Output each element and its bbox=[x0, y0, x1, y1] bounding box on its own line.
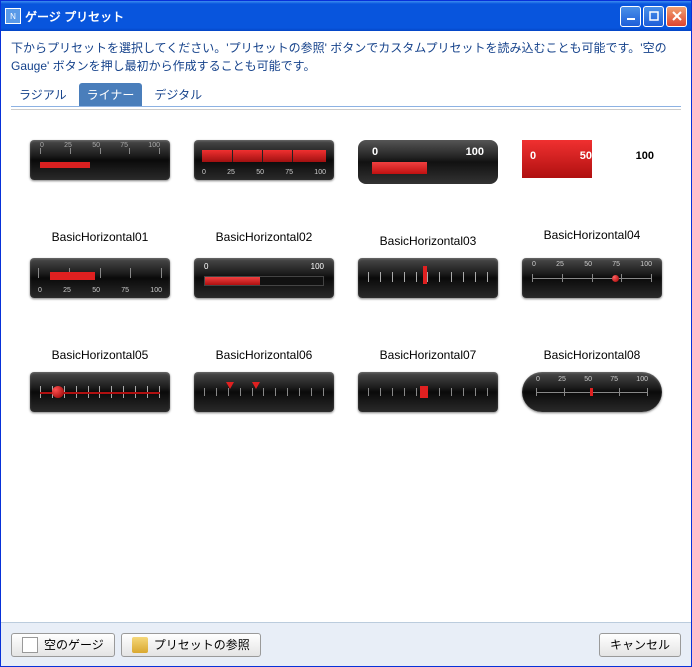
preset-item[interactable]: 0255075100 BasicHorizontal05 bbox=[21, 258, 179, 362]
gauge-thumbnail: 0100 bbox=[194, 258, 334, 298]
minimize-button[interactable] bbox=[620, 6, 641, 27]
tab-digital[interactable]: デジタル bbox=[146, 83, 210, 106]
tab-linear[interactable]: ライナー bbox=[79, 83, 143, 106]
close-button[interactable] bbox=[666, 6, 687, 27]
gauge-thumbnail bbox=[30, 372, 170, 412]
preset-item[interactable] bbox=[349, 372, 507, 412]
preset-label: BasicHorizontal05 bbox=[52, 348, 149, 362]
window-title: ゲージ プリセット bbox=[25, 8, 620, 25]
preset-grid: 0255075100 BasicHorizontal01 0255075100 bbox=[21, 140, 671, 412]
gauge-thumbnail: 0255075100 bbox=[522, 372, 662, 412]
cancel-button[interactable]: キャンセル bbox=[599, 633, 681, 657]
gauge-thumbnail: 0255075100 bbox=[194, 140, 334, 180]
tab-bar: ラジアル ライナー デジタル bbox=[11, 83, 681, 107]
gauge-thumbnail bbox=[358, 258, 498, 298]
content-area: 下からプリセットを選択してください。'プリセットの参照' ボタンでカスタムプリセ… bbox=[1, 31, 691, 607]
dialog-window: N ゲージ プリセット 下からプリセットを選択してください。'プリセットの参照'… bbox=[0, 0, 692, 667]
window-controls bbox=[620, 6, 687, 27]
instruction-text: 下からプリセットを選択してください。'プリセットの参照' ボタンでカスタムプリセ… bbox=[11, 39, 681, 75]
gauge-thumbnail bbox=[194, 372, 334, 412]
button-label: キャンセル bbox=[610, 636, 670, 653]
preset-label: BasicHorizontal04 bbox=[544, 228, 641, 242]
preset-item[interactable]: 0255075100 bbox=[513, 372, 671, 412]
preset-item[interactable]: 050100 BasicHorizontal04 bbox=[513, 140, 671, 248]
gallery-wrap: 0255075100 BasicHorizontal01 0255075100 bbox=[11, 109, 681, 599]
preset-label: BasicHorizontal06 bbox=[216, 348, 313, 362]
footer-bar: 空のゲージ プリセットの参照 キャンセル bbox=[1, 622, 691, 666]
preset-label: BasicHorizontal03 bbox=[380, 234, 477, 248]
gauge-thumbnail: 0255075100 bbox=[522, 258, 662, 298]
preset-item[interactable] bbox=[21, 372, 179, 412]
preset-item[interactable]: 0100 BasicHorizontal06 bbox=[185, 258, 343, 362]
blank-page-icon bbox=[22, 637, 38, 653]
empty-gauge-button[interactable]: 空のゲージ bbox=[11, 633, 115, 657]
folder-open-icon bbox=[132, 637, 148, 653]
gauge-thumbnail bbox=[358, 372, 498, 412]
preset-item[interactable]: 0255075100 BasicHorizontal01 bbox=[21, 140, 179, 248]
gauge-thumbnail: 0100 bbox=[358, 140, 498, 184]
preset-item[interactable]: 0100 BasicHorizontal03 bbox=[349, 140, 507, 248]
maximize-button[interactable] bbox=[643, 6, 664, 27]
preset-item[interactable]: BasicHorizontal07 bbox=[349, 258, 507, 362]
preset-label: BasicHorizontal02 bbox=[216, 230, 313, 244]
gauge-thumbnail: 0255075100 bbox=[30, 258, 170, 298]
tab-radial[interactable]: ラジアル bbox=[11, 83, 75, 106]
app-icon: N bbox=[5, 8, 21, 24]
preset-item[interactable]: 0255075100 BasicHorizontal08 bbox=[513, 258, 671, 362]
preset-item[interactable] bbox=[185, 372, 343, 412]
gauge-thumbnail: 0255075100 bbox=[30, 140, 170, 180]
titlebar: N ゲージ プリセット bbox=[1, 1, 691, 31]
gauge-thumbnail: 050100 bbox=[522, 140, 662, 178]
preset-gallery[interactable]: 0255075100 BasicHorizontal01 0255075100 bbox=[11, 110, 681, 599]
button-label: 空のゲージ bbox=[44, 636, 104, 653]
button-label: プリセットの参照 bbox=[154, 636, 250, 653]
preset-label: BasicHorizontal08 bbox=[544, 348, 641, 362]
preset-item[interactable]: 0255075100 BasicHorizontal02 bbox=[185, 140, 343, 248]
preset-label: BasicHorizontal07 bbox=[380, 348, 477, 362]
browse-presets-button[interactable]: プリセットの参照 bbox=[121, 633, 261, 657]
preset-label: BasicHorizontal01 bbox=[52, 230, 149, 244]
